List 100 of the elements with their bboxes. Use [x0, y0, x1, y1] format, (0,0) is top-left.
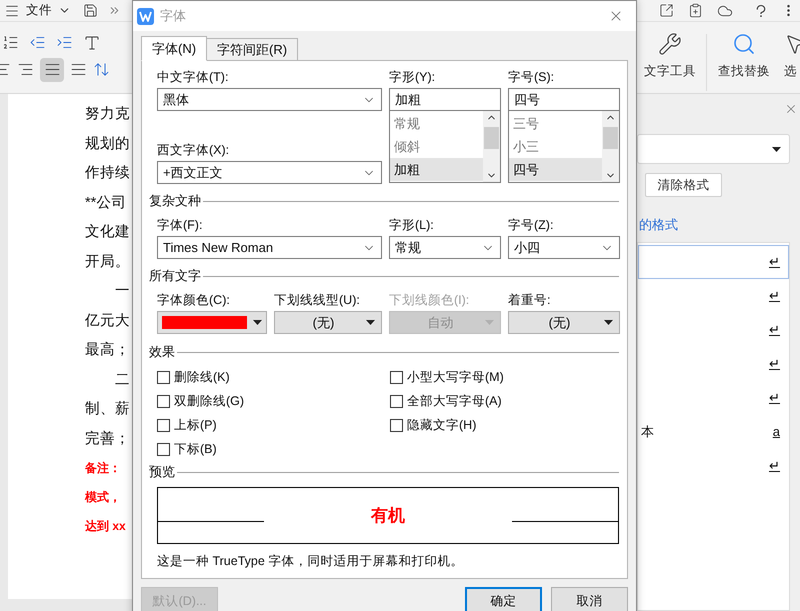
toolbar-button[interactable]: 选 [784, 62, 797, 81]
numbered-list-icon[interactable] [2, 34, 19, 51]
document-text: 文化建 [85, 223, 130, 242]
document-text: 开局。 [85, 252, 130, 272]
distributed-align-icon[interactable] [70, 61, 87, 78]
list-option[interactable]: 四号 [509, 158, 602, 181]
increase-indent-icon[interactable] [56, 34, 73, 51]
font-select[interactable]: Times New Roman [157, 236, 382, 259]
list-option[interactable]: 常规 [390, 112, 483, 135]
clear-format-button[interactable]: 清除格式 [645, 173, 722, 197]
document-text: **公司 [85, 194, 126, 212]
search-icon[interactable] [732, 32, 756, 56]
dropdown-arrow-icon [485, 320, 494, 325]
font-select[interactable]: 常规 [389, 236, 501, 259]
text-spacing-icon[interactable] [83, 34, 101, 52]
document-text: 一 [115, 282, 130, 301]
dialog-button[interactable]: 确定 [465, 587, 542, 611]
clipboard-icon[interactable] [688, 3, 703, 18]
document-text: 规划的 [85, 134, 130, 154]
checkbox[interactable] [157, 418, 170, 432]
text-input[interactable]: 四号 [508, 88, 620, 111]
list-option[interactable]: 倾斜 [390, 135, 483, 158]
dialog-button[interactable]: 取消 [551, 587, 628, 611]
document-text: 最高； [85, 340, 130, 360]
decrease-indent-icon[interactable] [29, 34, 46, 51]
list-option[interactable]: 小三 [509, 135, 602, 158]
field-label: 字号(S): [508, 69, 556, 85]
style-item[interactable]: 本 a [638, 414, 789, 448]
document-text: 模式， [85, 489, 121, 506]
list-option[interactable]: 加粗 [390, 158, 483, 181]
field-label: 西文字体(X): [157, 142, 230, 158]
text-input[interactable]: 加粗 [389, 88, 501, 111]
align-right-icon[interactable] [17, 61, 34, 78]
checkbox[interactable] [157, 370, 170, 384]
field-label: 着重号: [508, 292, 552, 308]
list-option[interactable]: 三号 [509, 112, 602, 135]
field-label: 中文字体(T): [157, 69, 230, 85]
document-text: 完善； [85, 430, 130, 448]
document-text: 作持续 [85, 164, 130, 183]
option-list[interactable]: 常规 倾斜 加粗 [389, 111, 501, 183]
font-description: 这是一种 TrueType 字体，同时适用于屏幕和打印机。 [157, 553, 464, 570]
checkbox-option[interactable]: 全部大写字母(A) [390, 389, 610, 413]
dropdown[interactable]: (无) [508, 311, 620, 334]
dropdown-arrow-icon [772, 146, 781, 152]
field-label: 字体(F): [157, 217, 204, 233]
document-text: 亿元大 [85, 312, 130, 330]
font-select[interactable]: 小四 [508, 236, 620, 259]
checkbox-option[interactable]: 双删除线(G) [157, 389, 390, 413]
tab[interactable]: 字体(N) [141, 36, 208, 61]
dropdown-arrow-icon [604, 320, 613, 325]
field-label: 字体颜色(C): [157, 292, 231, 308]
font-select[interactable]: +西文正文 [157, 161, 382, 184]
checkbox-option[interactable]: 隐藏文字(H) [390, 413, 610, 437]
toolbar-button[interactable]: 文字工具 [644, 62, 696, 81]
dropdown-arrow-icon [366, 320, 375, 325]
toolbar-button[interactable]: 查找替换 [718, 62, 770, 81]
line-spacing-icon[interactable] [93, 61, 110, 78]
font-select[interactable]: 黑体 [157, 88, 382, 111]
document-text: 备注： [85, 460, 121, 477]
more-icon[interactable] [108, 4, 121, 17]
section-heading: 效果 [149, 343, 175, 362]
scrollbar[interactable] [602, 111, 619, 182]
style-item[interactable]: ↵ [638, 380, 789, 414]
field-label: 下划线线型(U): [274, 292, 361, 308]
document-text: 制、薪 [85, 400, 130, 419]
field-label: 下划线颜色(I): [389, 292, 470, 308]
file-menu[interactable]: 文件 [26, 1, 52, 20]
style-item[interactable]: ↵ [638, 278, 789, 312]
wrench-icon[interactable] [658, 32, 682, 56]
checkbox[interactable] [390, 418, 403, 432]
tab[interactable]: 字符间距(R) [206, 38, 298, 61]
checkbox[interactable] [157, 394, 170, 408]
style-item[interactable]: ↵ [638, 346, 789, 380]
document-text: 二 [115, 370, 130, 390]
style-item[interactable]: ↵ [638, 244, 789, 278]
checkbox-option[interactable]: 删除线(K) [157, 365, 390, 389]
save-icon[interactable] [83, 3, 98, 18]
preview-sample: 有机 [371, 504, 405, 527]
style-item[interactable]: ↵ [638, 312, 789, 346]
style-link[interactable]: 的格式 [639, 215, 678, 234]
app-logo-icon [137, 8, 154, 24]
field-label: 字形(Y): [389, 69, 436, 85]
color-picker[interactable] [157, 311, 267, 334]
share-icon[interactable] [659, 3, 674, 18]
section-heading: 预览 [149, 463, 175, 482]
checkbox-option[interactable]: 下标(B) [157, 437, 390, 461]
checkbox-option[interactable]: 小型大写字母(M) [390, 365, 610, 389]
style-item[interactable]: ↵ [638, 448, 789, 482]
section-heading: 复杂文种 [149, 192, 201, 210]
checkbox[interactable] [390, 394, 403, 408]
checkbox[interactable] [390, 370, 403, 384]
window-title: 字体 [160, 7, 186, 26]
dropdown[interactable]: (无) [274, 311, 382, 334]
justify-button[interactable] [40, 58, 64, 82]
scrollbar[interactable] [483, 111, 500, 182]
document-text: 努力克 [85, 105, 130, 124]
field-label: 字号(Z): [508, 217, 554, 233]
option-list[interactable]: 三号 小三 四号 [508, 111, 620, 183]
checkbox[interactable] [157, 442, 170, 456]
checkbox-option[interactable]: 上标(P) [157, 413, 390, 437]
